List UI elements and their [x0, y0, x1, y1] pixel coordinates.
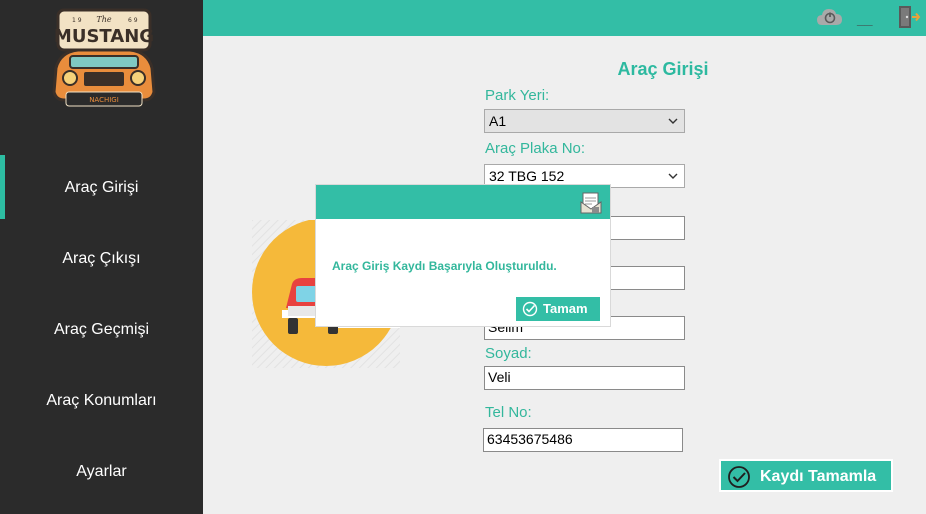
dialog-header [316, 185, 610, 219]
tel-field[interactable]: 63453675486 [483, 428, 683, 452]
sidebar-item-arac-gecmisi[interactable]: Araç Geçmişi [0, 310, 203, 350]
sidebar-item-ayarlar[interactable]: Ayarlar [0, 452, 203, 492]
sidebar-item-arac-cikisi[interactable]: Araç Çıkışı [0, 239, 203, 279]
sidebar-item-label: Araç Geçmişi [53, 321, 150, 338]
dialog-message: Araç Giriş Kaydı Başarıyla Oluşturuldu. [332, 259, 557, 273]
soyad-label: Soyad: [485, 345, 532, 362]
mail-check-icon [580, 192, 602, 214]
sidebar-item-arac-girisi[interactable]: Araç Girişi [0, 168, 203, 208]
plaka-value: 32 TBG 152 [489, 168, 565, 184]
sidebar-item-label: Araç Girişi [64, 179, 139, 196]
svg-text:MUSTANG: MUSTANG [54, 26, 154, 47]
minimize-icon[interactable]: __ [857, 10, 879, 28]
svg-text:1 9: 1 9 [72, 17, 82, 24]
chevron-down-icon [668, 173, 678, 179]
chevron-down-icon [668, 118, 678, 124]
exit-door-icon[interactable] [897, 4, 921, 30]
top-bar: __ [203, 0, 926, 36]
ok-button-label: Tamam [543, 301, 588, 316]
park-yeri-label: Park Yeri: [485, 87, 550, 104]
svg-text:The: The [96, 15, 111, 24]
ok-button[interactable]: Tamam [516, 297, 600, 321]
park-yeri-value: A1 [489, 113, 507, 129]
check-circle-icon [522, 301, 538, 317]
park-yeri-select[interactable]: A1 [484, 109, 685, 133]
sidebar-item-label: Araç Konumları [46, 392, 157, 409]
sidebar-item-label: Ayarlar [76, 463, 127, 480]
cloud-power-icon[interactable] [816, 6, 844, 28]
save-button-label: Kaydı Tamamla [760, 468, 877, 485]
mustang-logo: The 1 9 6 9 MUSTANG NACHIGI [52, 8, 156, 107]
form-title: Araç Girişi [617, 59, 709, 79]
plaka-label: Araç Plaka No: [485, 140, 586, 157]
sidebar: The 1 9 6 9 MUSTANG NACHIGI Araç Girişi … [0, 0, 203, 514]
sidebar-item-arac-konumlari[interactable]: Araç Konumları [0, 381, 203, 421]
save-button[interactable]: Kaydı Tamamla [719, 459, 893, 492]
svg-text:NACHIGI: NACHIGI [89, 96, 119, 104]
tel-label: Tel No: [485, 404, 532, 421]
check-circle-icon [728, 466, 750, 488]
sidebar-item-label: Araç Çıkışı [62, 250, 141, 267]
success-dialog: Araç Giriş Kaydı Başarıyla Oluşturuldu. … [316, 185, 610, 326]
soyad-field[interactable]: Veli [484, 366, 685, 390]
svg-text:6 9: 6 9 [128, 17, 138, 24]
